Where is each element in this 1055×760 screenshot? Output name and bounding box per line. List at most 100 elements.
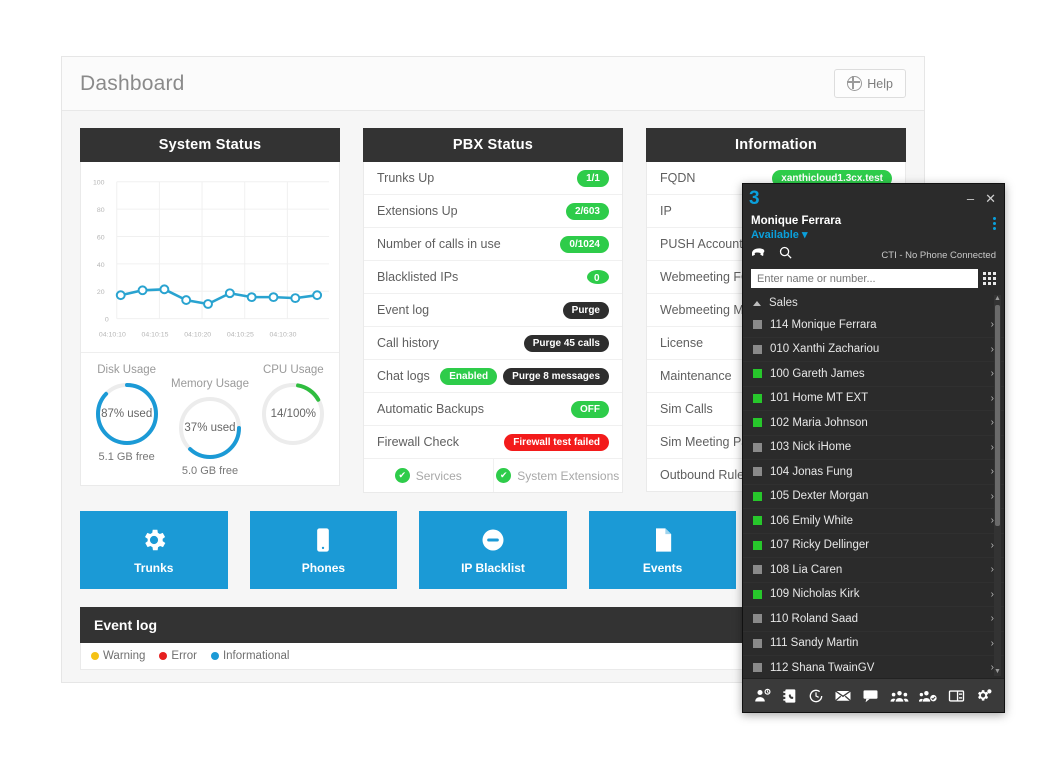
- contact-name: 110 Roland Saad: [770, 612, 859, 625]
- scroll-down-arrow[interactable]: ▼: [994, 668, 1001, 676]
- contact-group-header[interactable]: Sales: [743, 293, 1004, 313]
- dashboard-header: Dashboard Help: [62, 57, 924, 111]
- 3cx-logo: 3CX: [749, 189, 760, 208]
- contact-row[interactable]: 101 Home MT EXT ›: [743, 387, 1004, 411]
- contact-row[interactable]: 104 Jonas Fung ›: [743, 460, 1004, 485]
- settings-icon[interactable]: [975, 688, 993, 704]
- svg-text:0: 0: [105, 317, 109, 324]
- presence-status-indicator: [753, 638, 762, 648]
- scroll-up-arrow[interactable]: ▲: [994, 295, 1001, 303]
- panel-system-status: System Status 100 80 60 40 20 0 04:10:10…: [80, 128, 340, 493]
- tile-phones-label: Phones: [301, 560, 346, 575]
- panel-information-title: Information: [646, 128, 906, 162]
- tile-ip-blacklist-label: IP Blacklist: [461, 560, 525, 575]
- contact-row[interactable]: 010 Xanthi Zachariou ›: [743, 338, 1004, 362]
- contact-row[interactable]: 110 Roland Saad ›: [743, 607, 1004, 632]
- scrollbar-thumb[interactable]: [995, 305, 1000, 526]
- contact-row[interactable]: 108 Lia Caren ›: [743, 558, 1004, 583]
- tile-trunks[interactable]: Trunks: [80, 511, 228, 589]
- information-row-label: IP: [660, 204, 672, 218]
- pbx-row-label: Automatic Backups: [377, 402, 484, 416]
- contact-name: 114 Monique Ferrara: [770, 318, 877, 331]
- contact-row[interactable]: 103 Nick iHome ›: [743, 436, 1004, 460]
- legend-color-dot: [91, 652, 99, 660]
- pbx-row-values: 2/603: [565, 202, 609, 220]
- svg-text:04:10:10: 04:10:10: [99, 331, 126, 338]
- pbx-check-row: ✔ Services ✔ System Extensions: [364, 458, 622, 492]
- status-badge[interactable]: Purge: [562, 301, 609, 319]
- call-history-icon[interactable]: [808, 688, 824, 704]
- search-icon[interactable]: [778, 245, 793, 265]
- contact-name: 106 Emily White: [770, 514, 854, 527]
- svg-text:20: 20: [97, 289, 105, 296]
- gauge-cpu-ring: 14/100%: [258, 379, 328, 449]
- contact-row[interactable]: 109 Nicholas Kirk ›: [743, 583, 1004, 607]
- pbx-rows: Trunks Up 1/1 Extensions Up 2/603 Number of …: [364, 162, 622, 458]
- presence-status-indicator: [753, 393, 762, 403]
- pbx-row: Firewall Check Firewall test failed: [364, 426, 622, 458]
- chat-icon[interactable]: [862, 689, 879, 703]
- pbx-check[interactable]: ✔ Services: [364, 459, 493, 492]
- contact-row[interactable]: 112 Shana TwainGV ›: [743, 656, 1004, 678]
- tile-events[interactable]: Events: [588, 511, 737, 589]
- pbx-check[interactable]: ✔ System Extensions: [492, 459, 623, 492]
- status-badge: 0: [587, 270, 609, 284]
- pbx-row-label: Number of calls in use: [377, 237, 501, 251]
- voicemail-icon[interactable]: [834, 688, 852, 703]
- contact-name: 109 Nicholas Kirk: [770, 588, 860, 601]
- gauge-disk-ring: 87% used: [92, 379, 162, 449]
- tile-ip-blacklist[interactable]: IP Blacklist: [419, 511, 567, 589]
- line-chart-svg: 100 80 60 40 20 0 04:10:10 04:10:15 04:1…: [93, 180, 330, 338]
- more-options-icon[interactable]: [993, 214, 996, 230]
- tile-phones[interactable]: Phones: [249, 511, 398, 589]
- presence-selector[interactable]: Available ▾: [751, 228, 841, 242]
- svg-text:80: 80: [97, 207, 105, 214]
- gear-icon: [140, 526, 168, 554]
- switchboard-icon[interactable]: [948, 689, 965, 703]
- pbx-row: Event log Purge: [364, 294, 622, 327]
- pbx-row-label: Chat logs: [377, 369, 430, 383]
- help-button[interactable]: Help: [834, 69, 906, 98]
- make-call-icon[interactable]: [751, 246, 767, 265]
- presence-status-indicator: [753, 369, 762, 379]
- pbx-row-label: Blacklisted IPs: [377, 270, 459, 284]
- help-circle-icon: [847, 76, 863, 91]
- presence-icon[interactable]: [754, 688, 772, 703]
- legend-color-dot: [210, 652, 219, 660]
- search-input[interactable]: [751, 269, 978, 288]
- svg-text:100: 100: [93, 180, 105, 187]
- document-icon: [649, 526, 677, 554]
- cti-status: CTI - No Phone Connected: [881, 249, 996, 261]
- pbx-row-label: Firewall Check: [377, 435, 459, 449]
- contact-name: 102 Maria Johnson: [770, 416, 868, 429]
- dialpad-icon[interactable]: [983, 272, 996, 285]
- minimize-icon[interactable]: –: [967, 192, 974, 205]
- svg-text:60: 60: [97, 234, 105, 241]
- contact-row[interactable]: 100 Gareth James ›: [743, 362, 1004, 387]
- contact-list[interactable]: Sales 114 Monique Ferrara › 010 Xanthi Zac…: [743, 293, 1004, 678]
- gauge-memory-free: 5.0 GB free: [181, 465, 239, 477]
- contact-row[interactable]: 114 Monique Ferrara ›: [743, 313, 1004, 338]
- pbx-row-label: Trunks Up: [377, 171, 435, 185]
- phone-icon: [309, 526, 337, 554]
- svg-text:04:10:20: 04:10:20: [184, 331, 211, 338]
- legend-label: Warning: [103, 650, 146, 662]
- contact-row[interactable]: 107 Ricky Dellinger ›: [743, 534, 1004, 558]
- status-badge: 1/1: [577, 169, 609, 187]
- status-badge[interactable]: Purge 45 calls: [523, 334, 609, 352]
- pbx-row-values: Firewall test failed: [504, 433, 609, 451]
- close-icon[interactable]: ✕: [985, 192, 996, 205]
- groups-icon[interactable]: [918, 689, 938, 703]
- contact-row[interactable]: 102 Maria Johnson ›: [743, 411, 1004, 436]
- conference-icon[interactable]: [890, 689, 909, 703]
- resource-gauges: Disk Usage 87% used 5.1 GB free Memory U…: [81, 352, 339, 485]
- contact-name: 010 Xanthi Zachariou: [770, 343, 880, 356]
- phonebook-icon[interactable]: [782, 688, 798, 704]
- contact-row[interactable]: 111 Sandy Martin ›: [743, 632, 1004, 656]
- contact-scrollbar[interactable]: ▲ ▼: [994, 295, 1001, 676]
- presence-status-indicator: [753, 663, 762, 673]
- contact-row[interactable]: 105 Dexter Morgan ›: [743, 485, 1004, 509]
- contact-items: 114 Monique Ferrara › 010 Xanthi Zachariou…: [743, 313, 1004, 678]
- contact-row[interactable]: 106 Emily White ›: [743, 509, 1004, 534]
- status-badge[interactable]: Purge 8 messages: [503, 367, 609, 385]
